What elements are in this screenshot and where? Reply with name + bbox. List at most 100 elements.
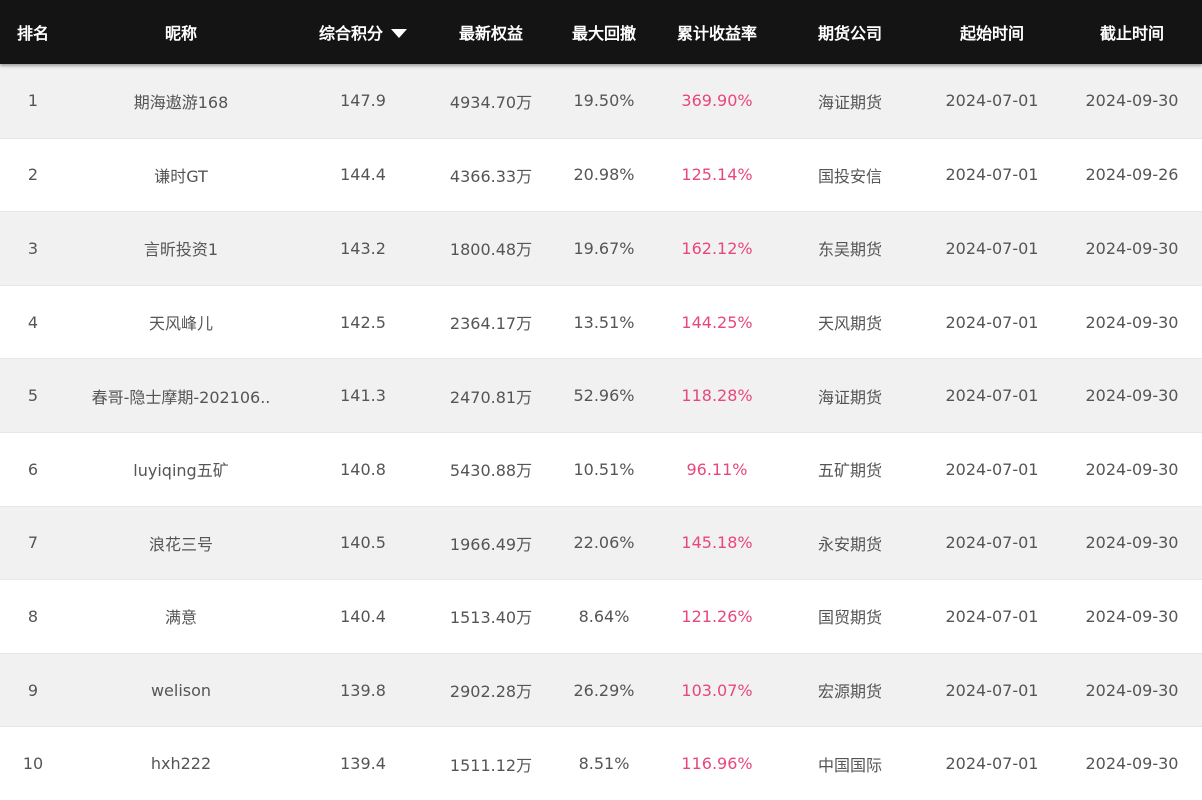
- header-company[interactable]: 期货公司: [778, 20, 922, 44]
- cell-equity: 5430.88万: [449, 461, 533, 481]
- cell-end: 2024-09-30: [1085, 533, 1179, 553]
- cell-return: 116.96%: [681, 754, 753, 774]
- cell-nickname: hxh222: [150, 754, 212, 774]
- cell-end: 2024-09-26: [1085, 165, 1179, 185]
- table-row[interactable]: 8 满意 140.4 1513.40万 8.64% 121.26% 国贸期货 2024-07-…: [0, 579, 1202, 653]
- cell-rank: 7: [27, 533, 39, 553]
- header-start[interactable]: 起始时间: [922, 20, 1062, 44]
- table-row[interactable]: 6 luyiqing五矿 140.8 5430.88万 10.51% 96.11% 五矿期货…: [0, 431, 1202, 506]
- cell-score: 147.9: [340, 91, 386, 111]
- cell-score: 142.5: [340, 312, 386, 332]
- cell-drawdown: 8.51%: [578, 754, 630, 774]
- cell-rank: 9: [27, 680, 39, 700]
- cell-equity: 4934.70万: [449, 92, 533, 112]
- cell-equity: 2470.81万: [449, 387, 533, 407]
- header-drawdown[interactable]: 最大回撤: [552, 20, 656, 44]
- cell-drawdown: 19.50%: [573, 91, 635, 111]
- cell-return: 121.26%: [681, 606, 753, 626]
- cell-return: 144.25%: [681, 312, 753, 332]
- table-row[interactable]: 1 期海遨游168 147.9 4934.70万 19.50% 369.90% 海证期货 20…: [0, 64, 1202, 138]
- table-row[interactable]: 2 谦时GT 144.4 4366.33万 20.98% 125.14% 国投安信 2024-…: [0, 137, 1202, 212]
- cell-nickname: 天风峰儿: [148, 314, 213, 334]
- cell-drawdown: 13.51%: [573, 312, 635, 332]
- cell-company: 海证期货: [817, 92, 882, 112]
- cell-start: 2024-07-01: [945, 165, 1039, 185]
- cell-start: 2024-07-01: [945, 312, 1039, 332]
- cell-score: 140.5: [340, 533, 386, 553]
- cell-return: 145.18%: [681, 533, 753, 553]
- header-score[interactable]: 综合积分: [296, 20, 430, 44]
- table-header: 排名 昵称 综合积分 最新权益 最大回撤 累计收益率 期货公司 起始时间 截止时…: [0, 0, 1202, 64]
- table-row[interactable]: 3 言昕投资1 143.2 1800.48万 19.67% 162.12% 东吴期货 2024…: [0, 211, 1202, 285]
- table-body: 1 期海遨游168 147.9 4934.70万 19.50% 369.90% 海证期货 20…: [0, 64, 1202, 800]
- cell-end: 2024-09-30: [1085, 606, 1179, 626]
- cell-company: 国投安信: [817, 166, 882, 186]
- cell-company: 天风期货: [817, 314, 882, 334]
- cell-rank: 2: [27, 165, 39, 185]
- cell-nickname: 期海遨游168: [133, 92, 229, 112]
- cell-rank: 1: [27, 91, 39, 111]
- cell-score: 140.8: [340, 459, 386, 479]
- cell-return: 369.90%: [681, 91, 753, 111]
- header-score-label: 综合积分: [318, 24, 383, 43]
- cell-start: 2024-07-01: [945, 606, 1039, 626]
- cell-drawdown: 22.06%: [573, 533, 635, 553]
- cell-nickname: 谦时GT: [154, 166, 208, 186]
- header-end[interactable]: 截止时间: [1062, 20, 1202, 44]
- cell-score: 140.4: [340, 606, 386, 626]
- table-row[interactable]: 4 天风峰儿 142.5 2364.17万 13.51% 144.25% 天风期货 2024-…: [0, 284, 1202, 359]
- cell-score: 141.3: [340, 386, 386, 406]
- cell-score: 144.4: [340, 165, 386, 185]
- cell-nickname: luyiqing五矿: [133, 461, 229, 481]
- cell-score: 139.8: [340, 680, 386, 700]
- caret-down-icon[interactable]: [391, 29, 407, 38]
- header-return[interactable]: 累计收益率: [656, 20, 778, 44]
- cell-score: 143.2: [340, 238, 386, 258]
- header-nickname[interactable]: 昵称: [66, 20, 296, 44]
- header-equity[interactable]: 最新权益: [430, 20, 552, 44]
- cell-rank: 10: [22, 754, 44, 774]
- cell-equity: 1511.12万: [449, 755, 533, 775]
- cell-nickname: 春哥-隐士摩期-202106..: [91, 387, 271, 407]
- cell-start: 2024-07-01: [945, 459, 1039, 479]
- cell-company: 海证期货: [817, 387, 882, 407]
- cell-equity: 1966.49万: [449, 534, 533, 554]
- cell-rank: 3: [27, 238, 39, 258]
- cell-nickname: 浪花三号: [148, 534, 213, 554]
- cell-start: 2024-07-01: [945, 238, 1039, 258]
- cell-nickname: 言昕投资1: [143, 240, 219, 260]
- cell-rank: 6: [27, 459, 39, 479]
- ranking-table: 排名 昵称 综合积分 最新权益 最大回撤 累计收益率 期货公司 起始时间 截止时…: [0, 0, 1202, 800]
- cell-equity: 4366.33万: [449, 166, 533, 186]
- cell-drawdown: 20.98%: [573, 165, 635, 185]
- cell-return: 162.12%: [681, 238, 753, 258]
- table-row[interactable]: 5 春哥-隐士摩期-202106.. 141.3 2470.81万 52.96% 118.…: [0, 358, 1202, 432]
- cell-equity: 2364.17万: [449, 314, 533, 334]
- cell-return: 125.14%: [681, 165, 753, 185]
- cell-end: 2024-09-30: [1085, 680, 1179, 700]
- cell-start: 2024-07-01: [945, 533, 1039, 553]
- cell-drawdown: 8.64%: [578, 606, 630, 626]
- cell-equity: 1513.40万: [449, 608, 533, 628]
- cell-rank: 4: [27, 312, 39, 332]
- cell-nickname: welison: [150, 680, 212, 700]
- cell-nickname: 满意: [164, 608, 197, 628]
- cell-rank: 5: [27, 386, 39, 406]
- table-row[interactable]: 9 welison 139.8 2902.28万 26.29% 103.07% 宏源期货 20…: [0, 652, 1202, 727]
- cell-company: 国贸期货: [817, 608, 882, 628]
- cell-drawdown: 10.51%: [573, 459, 635, 479]
- table-row[interactable]: 7 浪花三号 140.5 1966.49万 22.06% 145.18% 永安期货 2024-…: [0, 505, 1202, 580]
- cell-end: 2024-09-30: [1085, 754, 1179, 774]
- cell-end: 2024-09-30: [1085, 386, 1179, 406]
- cell-end: 2024-09-30: [1085, 312, 1179, 332]
- cell-score: 139.4: [340, 754, 386, 774]
- cell-end: 2024-09-30: [1085, 91, 1179, 111]
- cell-drawdown: 19.67%: [573, 238, 635, 258]
- cell-company: 宏源期货: [817, 682, 882, 702]
- cell-return: 96.11%: [686, 459, 748, 479]
- cell-drawdown: 26.29%: [573, 680, 635, 700]
- header-rank[interactable]: 排名: [0, 20, 66, 44]
- cell-start: 2024-07-01: [945, 91, 1039, 111]
- table-row[interactable]: 10 hxh222 139.4 1511.12万 8.51% 116.96% 中国国际 202…: [0, 726, 1202, 800]
- cell-start: 2024-07-01: [945, 680, 1039, 700]
